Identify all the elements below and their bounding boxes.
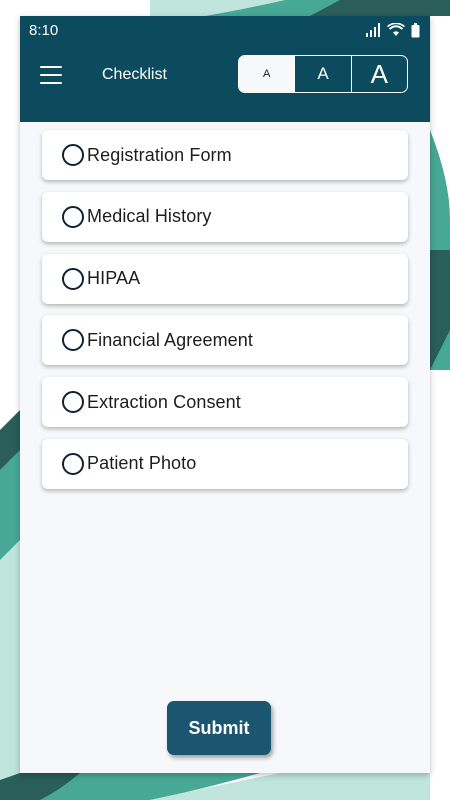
- checklist-item-hipaa[interactable]: HIPAA: [42, 253, 408, 304]
- font-size-large-button[interactable]: A: [350, 56, 407, 92]
- checklist-item-label: Medical History: [87, 206, 212, 227]
- status-time: 8:10: [29, 21, 59, 39]
- menu-icon[interactable]: [38, 64, 64, 86]
- checklist: Registration Form Medical History HIPAA …: [42, 130, 408, 501]
- radio-unchecked-icon[interactable]: [62, 452, 84, 475]
- battery-icon: [411, 22, 420, 37]
- submit-button[interactable]: Submit: [167, 701, 271, 755]
- checklist-item-label: HIPAA: [87, 268, 141, 289]
- checklist-item-label: Patient Photo: [87, 453, 197, 474]
- font-size-small-button[interactable]: A: [239, 56, 295, 92]
- font-size-medium-button[interactable]: A: [294, 56, 350, 92]
- radio-unchecked-icon[interactable]: [62, 329, 84, 352]
- checklist-item-label: Extraction Consent: [87, 391, 241, 412]
- status-icons: [365, 22, 420, 38]
- app-screen: 8:10 Checklist A A A Registration Form M…: [20, 16, 430, 773]
- radio-unchecked-icon[interactable]: [62, 267, 84, 290]
- font-size-toggle: A A A: [238, 55, 408, 93]
- radio-unchecked-icon[interactable]: [62, 391, 84, 414]
- checklist-item-medical-history[interactable]: Medical History: [42, 191, 408, 242]
- checklist-item-patient-photo[interactable]: Patient Photo: [42, 438, 408, 489]
- signal-icon: [366, 23, 380, 37]
- status-bar: 8:10: [20, 16, 430, 44]
- wifi-icon: [387, 23, 405, 36]
- checklist-item-label: Registration Form: [87, 144, 232, 165]
- checklist-item-label: Financial Agreement: [87, 329, 253, 350]
- page-title: Checklist: [102, 66, 167, 83]
- checklist-item-extraction-consent[interactable]: Extraction Consent: [42, 377, 408, 428]
- radio-unchecked-icon[interactable]: [62, 144, 84, 166]
- app-bar: Checklist A A A: [20, 44, 430, 122]
- checklist-item-financial-agreement[interactable]: Financial Agreement: [42, 315, 408, 366]
- radio-unchecked-icon[interactable]: [62, 205, 84, 228]
- checklist-item-registration-form[interactable]: Registration Form: [42, 130, 408, 180]
